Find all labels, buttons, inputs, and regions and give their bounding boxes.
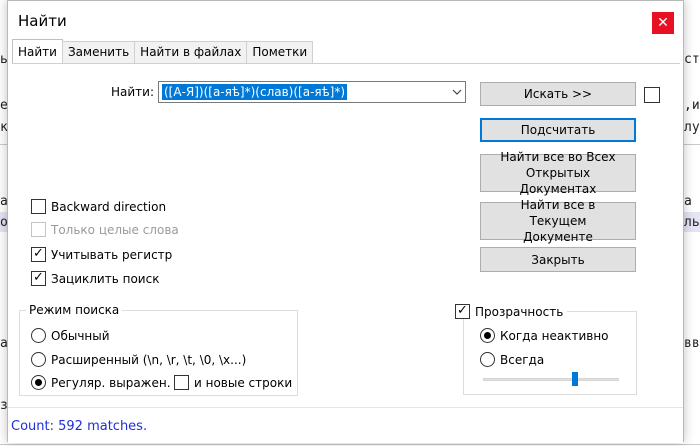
checkmark-icon: ✓ [33,246,44,261]
match-case-option[interactable]: ✓ Учитывать регистр [31,246,173,262]
mode-extended-radio[interactable] [31,352,46,367]
find-input-value[interactable]: ([А-Я])([а-яѣ]*)(слав)([а-яѣ]*) [162,84,348,100]
checkmark-icon: ✓ [457,303,468,318]
whole-words-option: Только целые слова [31,222,179,237]
tab-bar: Найти Заменить Найти в файлах Пометки [12,39,314,63]
editor-text-fragment: луд [684,120,700,135]
transparency-label: Прозрачность [475,304,564,319]
find-all-open-documents-label: Найти все во Всех Открытых Документах [500,150,616,196]
mode-regex-radio[interactable] [31,375,46,390]
transparency-option[interactable]: ✓ Прозрачность [455,303,568,319]
transparency-slider-track[interactable] [483,378,619,381]
whole-words-label: Только целые слова [51,222,179,237]
radio-dot-icon [35,379,42,386]
match-case-label: Учитывать регистр [51,247,173,262]
tab-find[interactable]: Найти [12,39,63,63]
editor-text-fragment: вва [684,336,700,351]
transparency-always-option[interactable]: Всегда [480,352,544,367]
mode-normal-radio[interactable] [31,328,46,343]
transparency-always-label: Всегда [500,352,545,367]
status-bar: Count: 592 matches. [8,407,683,443]
find-all-current-document-button[interactable]: Найти все в Текущем Документе [480,198,636,244]
wrap-around-checkbox[interactable]: ✓ [31,270,46,286]
radio-dot-icon [484,332,491,339]
backward-direction-checkbox[interactable] [31,199,46,214]
dialog-title: Найти [18,12,67,30]
chevron-down-icon[interactable] [452,85,462,99]
close-button-label: Закрыть [531,252,585,267]
checkmark-icon: ✓ [33,270,44,285]
regex-newlines-checkbox[interactable] [174,375,189,390]
transparency-inactive-radio[interactable] [480,328,495,343]
find-input[interactable]: ([А-Я])([а-яѣ]*)(слав)([а-яѣ]*) [158,81,466,103]
find-all-open-documents-button[interactable]: Найти все во Всех Открытых Документах [480,150,636,196]
mode-normal-label: Обычный [51,328,110,343]
close-button[interactable]: Закрыть [480,247,636,272]
mode-normal-option[interactable]: Обычный [31,328,110,343]
mode-regex-label: Регуляр. выражен. [51,375,171,390]
editor-separator [0,444,700,445]
status-text: Count: 592 matches. [11,419,148,434]
find-dialog: Найти ✕ Найти Заменить Найти в файлах По… [7,0,684,443]
search-button[interactable]: Искать >> [480,82,636,106]
match-case-checkbox[interactable]: ✓ [31,246,46,262]
transparency-inactive-label: Когда неактивно [500,328,609,343]
wrap-around-label: Зациклить поиск [51,271,160,286]
editor-text-fragment: ль [684,215,700,230]
transparency-checkbox[interactable]: ✓ [455,303,470,319]
search-mode-label: Режим поиска [26,303,123,317]
mode-extended-option[interactable]: Расширенный (\n, \r, \t, \0, \x...) [31,352,246,367]
title-bar[interactable]: Найти ✕ [8,1,683,39]
transparency-slider-thumb[interactable] [572,372,579,386]
count-button[interactable]: Подсчитать [480,118,636,142]
search-button-label: Искать >> [523,87,593,101]
regex-newlines-option[interactable]: и новые строки [174,375,292,390]
transparency-inactive-option[interactable]: Когда неактивно [480,328,609,343]
regex-newlines-label: и новые строки [194,375,293,390]
wrap-around-option[interactable]: ✓ Зациклить поиск [31,270,160,286]
tab-find-in-files[interactable]: Найти в файлах [134,41,248,63]
backward-direction-option[interactable]: Backward direction [31,199,166,214]
editor-text-fragment: сть [684,52,700,67]
tab-mark[interactable]: Пометки [246,41,314,63]
tab-replace[interactable]: Заменить [61,41,136,63]
mode-extended-label: Расширенный (\n, \r, \t, \0, \x...) [51,352,247,367]
mode-regex-option[interactable]: Регуляр. выражен. [31,375,171,390]
transparency-always-radio[interactable] [480,352,495,367]
count-button-label: Подсчитать [520,123,596,137]
backward-direction-label: Backward direction [51,199,167,214]
search-options-checkbox[interactable] [644,87,660,103]
find-all-current-document-label: Найти все в Текущем Документе [520,198,596,244]
close-icon[interactable]: ✕ [652,12,674,34]
find-label: Найти: [111,85,155,99]
editor-text-fragment: ,и [684,98,700,113]
whole-words-checkbox [31,222,46,237]
